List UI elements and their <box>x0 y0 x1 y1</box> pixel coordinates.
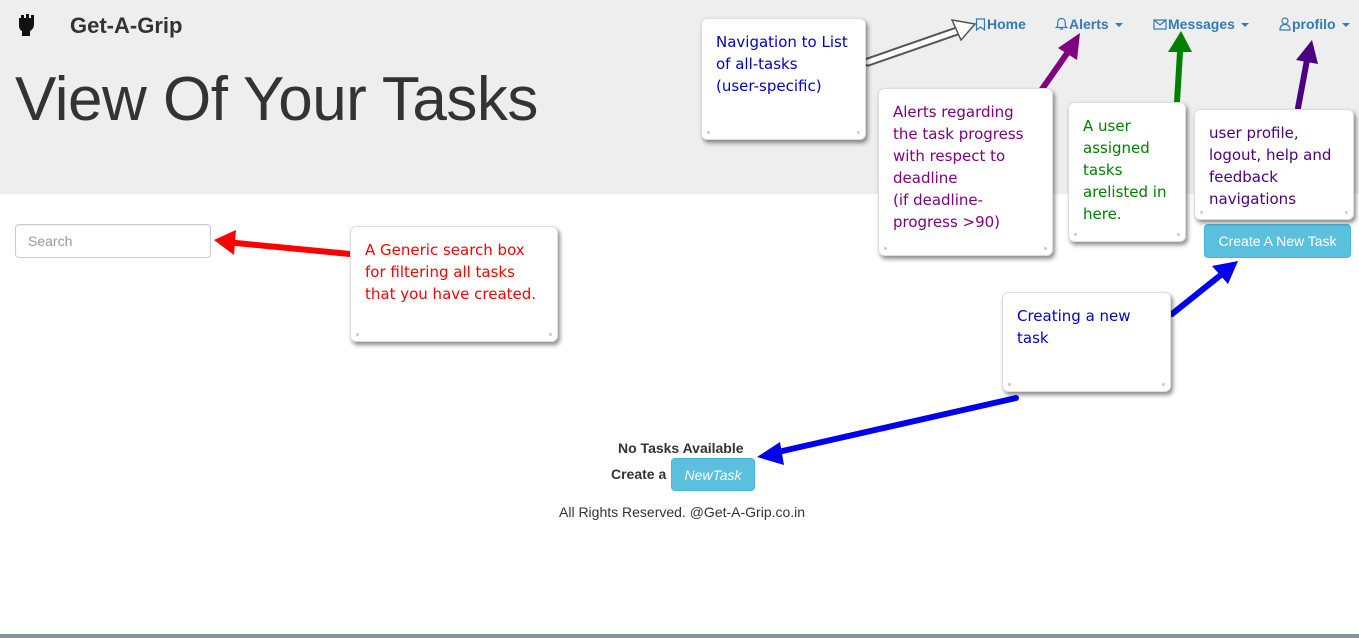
footer-copyright: All Rights Reserved. @Get-A-Grip.co.in <box>559 504 806 520</box>
empty-state-prompt: Create a <box>611 466 667 482</box>
caret-down-icon <box>1341 23 1350 27</box>
caret-down-icon <box>1240 23 1249 27</box>
annotation-alerts-text: Alerts regarding the task progress with … <box>893 103 1024 231</box>
envelope-icon <box>1153 18 1167 30</box>
annotation-home-text: Navigation to List of all-tasks (user-sp… <box>716 33 848 95</box>
brand-name[interactable]: Get-A-Grip <box>70 13 182 39</box>
annotation-profile-text: user profile, logout, help and feedback … <box>1209 124 1332 208</box>
empty-state-message: No Tasks Available <box>618 440 744 456</box>
annotation-note-home: Navigation to List of all-tasks (user-sp… <box>701 18 866 140</box>
nav-alerts-dropdown[interactable]: Alerts <box>1055 16 1123 32</box>
arrow-search <box>214 230 353 257</box>
nav-alerts-label: Alerts <box>1069 16 1109 32</box>
annotation-note-alerts: Alerts regarding the task progress with … <box>878 88 1053 256</box>
nav-messages-label: Messages <box>1168 16 1235 32</box>
nav-messages-dropdown[interactable]: Messages <box>1153 16 1249 32</box>
annotation-search-text: A Generic search box for filtering all t… <box>365 241 537 303</box>
arrow-create-button <box>1169 261 1238 317</box>
nav-home-label: Home <box>987 16 1026 32</box>
annotation-note-profile: user profile, logout, help and feedback … <box>1194 109 1354 220</box>
nav-home-link[interactable]: Home <box>975 16 1026 32</box>
bottom-border <box>0 634 1359 638</box>
annotation-note-create: Creating a new task <box>1002 292 1171 392</box>
arrow-new-task <box>757 395 1019 465</box>
nav-profile-dropdown[interactable]: profilo <box>1279 16 1350 32</box>
bookmark-icon <box>975 17 986 31</box>
user-icon <box>1279 17 1291 31</box>
new-task-button[interactable]: NewTask <box>671 458 755 491</box>
annotation-note-messages: A user assigned tasks arelisted in here. <box>1068 102 1186 242</box>
annotation-note-search: A Generic search box for filtering all t… <box>350 226 558 342</box>
bell-icon <box>1055 17 1068 30</box>
annotation-messages-text: A user assigned tasks arelisted in here. <box>1083 117 1167 223</box>
nav-profile-label: profilo <box>1292 16 1336 32</box>
caret-down-icon <box>1114 23 1123 27</box>
page-title: View Of Your Tasks <box>15 65 538 134</box>
annotation-create-text: Creating a new task <box>1017 307 1131 347</box>
search-input[interactable] <box>15 224 211 258</box>
raised-fist-icon <box>19 14 34 36</box>
create-task-button[interactable]: Create A New Task <box>1204 224 1351 258</box>
